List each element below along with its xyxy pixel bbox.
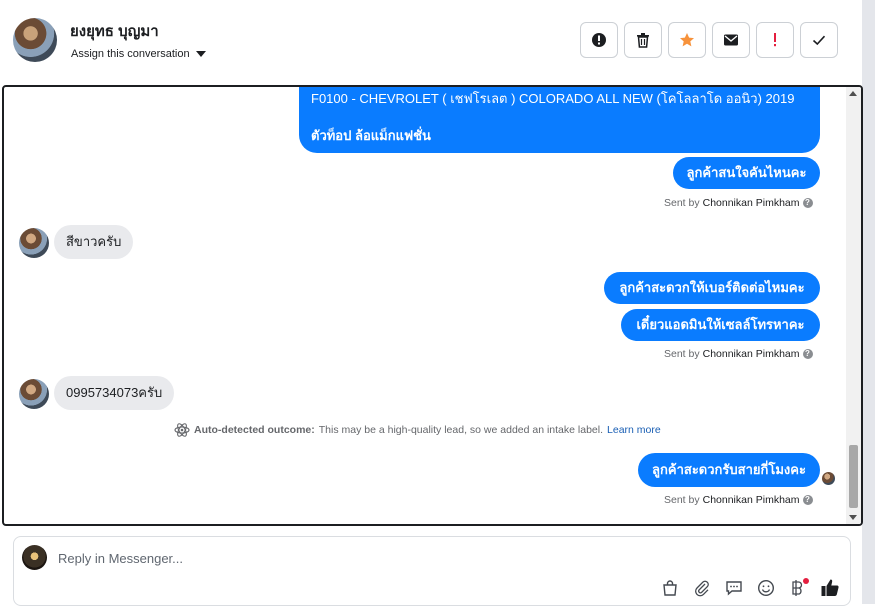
reply-composer [13,536,851,606]
emoji-button[interactable] [755,577,777,599]
shopping-bag-icon [663,580,677,596]
sender-name: Chonnikan Pimkham [702,197,800,209]
contact-avatar-small [19,228,49,258]
caret-down-icon [195,51,206,57]
like-button[interactable] [819,577,841,599]
outcome-text: This may be a high-quality lead, so we a… [318,424,604,436]
notification-dot [803,578,809,584]
star-button[interactable] [668,22,706,58]
scrollbar-thumb[interactable] [849,445,858,508]
exclamation-icon [774,33,776,47]
mark-done-button[interactable] [800,22,838,58]
reply-toolbar [659,577,841,599]
learn-more-link[interactable]: Learn more [607,424,661,436]
outgoing-message[interactable]: ลูกค้าสะดวกให้เบอร์ติดต่อไหมคะ [604,272,820,304]
outgoing-message[interactable]: F0100 - CHEVROLET ( เชฟโรเลต ) COLORADO … [299,87,820,153]
atom-icon [174,423,190,437]
message-text: ตัวท็อป ล้อแม็กแฟชั่น [311,128,431,143]
attach-button[interactable] [691,577,713,599]
assign-label: Assign this conversation [71,48,190,60]
envelope-icon [724,34,738,46]
payment-button[interactable] [787,577,809,599]
outgoing-message[interactable]: ลูกค้าสนใจคันไหนคะ [673,157,820,189]
assign-conversation-dropdown[interactable]: Assign this conversation [71,48,206,60]
chat-bubble-icon [726,581,742,596]
smiley-icon [757,579,775,597]
sender-name: Chonnikan Pimkham [702,494,800,506]
seen-indicator-avatar [822,472,835,485]
alert-circle-icon [592,33,606,47]
page-avatar [22,545,47,570]
saved-replies-button[interactable] [723,577,745,599]
incoming-message[interactable]: สีขาวครับ [54,225,134,259]
conversation-thread[interactable]: F0100 - CHEVROLET ( เชฟโรเลต ) COLORADO … [2,85,863,526]
reply-input[interactable] [58,547,758,569]
contact-name[interactable]: ยงยุทธ บุญมา [70,19,159,43]
auto-detected-outcome-notice: Auto-detected outcome: This may be a hig… [174,422,661,438]
conversation-header: ยงยุทธ บุญมา Assign this conversation [0,0,862,82]
scrollbar[interactable] [846,87,861,524]
help-icon[interactable]: ? [802,198,813,208]
checkmark-icon [812,35,826,46]
sender-name: Chonnikan Pimkham [702,348,800,360]
thumbs-up-icon [821,579,839,596]
help-icon[interactable]: ? [802,349,813,359]
conversation-toolbar [580,22,838,58]
star-icon [680,33,694,47]
trash-icon [637,33,649,48]
outgoing-message[interactable]: เดี๋ยวแอดมินให้เซลล์โทรหาคะ [621,309,820,341]
message-text: F0100 - CHEVROLET ( เชฟโรเลต ) COLORADO … [311,91,795,106]
paperclip-icon [695,580,709,597]
sent-by-label: Sent by Chonnikan Pimkham ? [664,197,813,209]
shop-button[interactable] [659,577,681,599]
delete-button[interactable] [624,22,662,58]
flag-important-button[interactable] [756,22,794,58]
outcome-label: Auto-detected outcome: [194,424,315,436]
sent-by-label: Sent by Chonnikan Pimkham ? [664,494,813,506]
scroll-up-arrow-icon[interactable] [849,91,857,96]
outgoing-message[interactable]: ลูกค้าสะดวกรับสายกี่โมงคะ [638,453,820,487]
incoming-message[interactable]: 0995734073ครับ [54,376,175,410]
sent-by-label: Sent by Chonnikan Pimkham ? [664,348,813,360]
mark-unread-button[interactable] [712,22,750,58]
contact-avatar[interactable] [13,18,57,62]
spam-button[interactable] [580,22,618,58]
help-icon[interactable]: ? [802,495,813,505]
scroll-down-arrow-icon[interactable] [849,515,857,520]
contact-avatar-small [19,379,49,409]
right-side-strip [862,0,875,604]
